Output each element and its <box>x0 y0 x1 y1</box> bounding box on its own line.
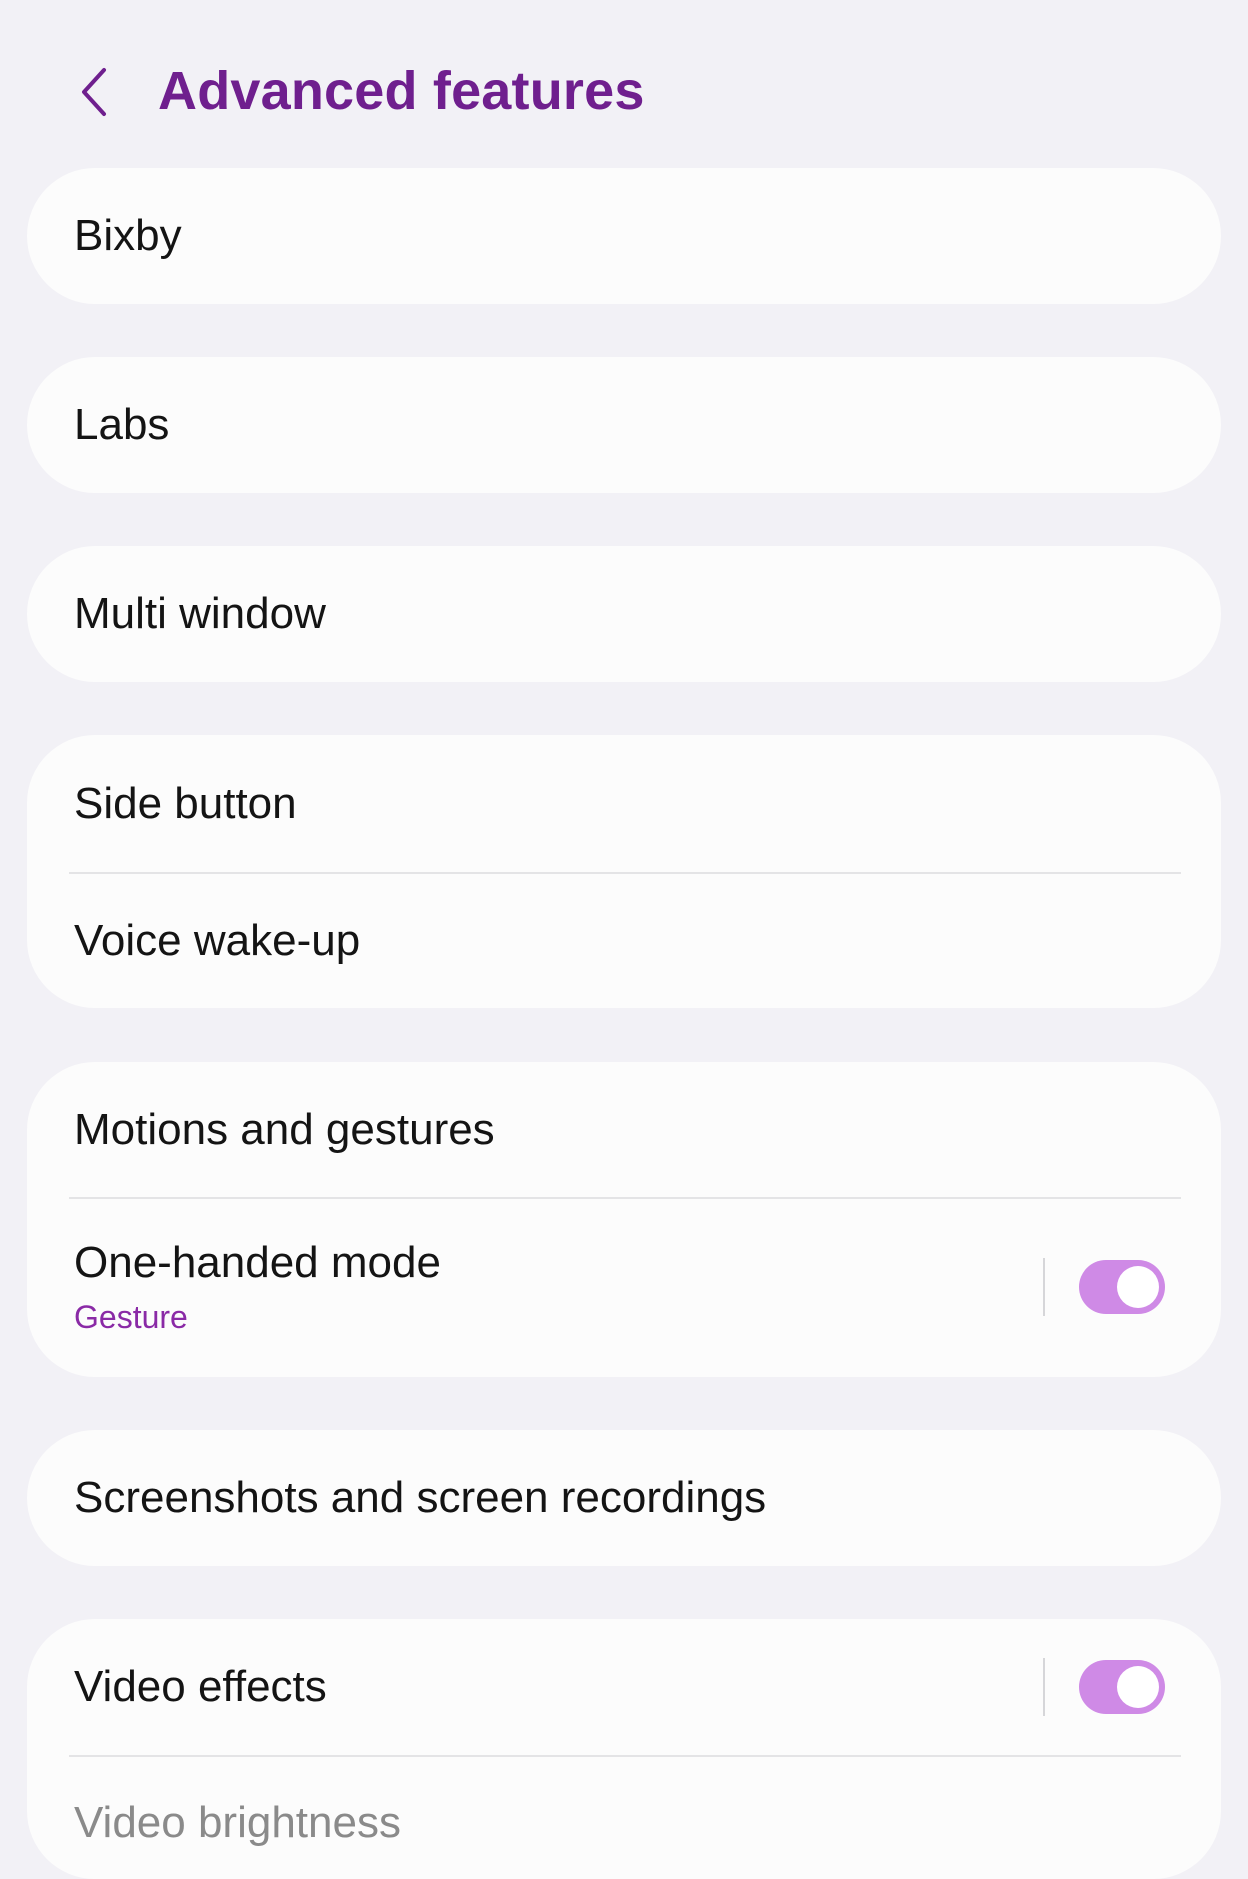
one-handed-mode-toggle[interactable] <box>1079 1260 1165 1314</box>
list-item-side-button[interactable]: Side button <box>27 735 1221 872</box>
list-item-bixby[interactable]: Bixby <box>27 168 1221 304</box>
back-button[interactable] <box>64 52 124 132</box>
header: Advanced features <box>0 0 1248 170</box>
video-effects-label: Video effects <box>74 1662 327 1711</box>
motions-gestures-label: Motions and gestures <box>74 1105 495 1154</box>
one-handed-mode-label: One-handed mode <box>74 1238 441 1287</box>
vertical-separator <box>1043 1658 1045 1716</box>
one-handed-mode-subtitle: Gesture <box>74 1299 188 1335</box>
voice-wakeup-label: Voice wake-up <box>74 916 361 965</box>
card-video: Video effects Video brightness <box>27 1619 1221 1879</box>
side-button-label: Side button <box>74 779 297 828</box>
card-motions-onehanded: Motions and gestures One-handed mode Ges… <box>27 1062 1221 1377</box>
list-item-screenshots[interactable]: Screenshots and screen recordings <box>27 1430 1221 1566</box>
list-item-labs[interactable]: Labs <box>27 357 1221 493</box>
vertical-separator <box>1043 1258 1045 1316</box>
video-effects-toggle[interactable] <box>1079 1660 1165 1714</box>
list-item-one-handed-mode[interactable]: One-handed mode Gesture <box>27 1199 1221 1377</box>
list-item-video-effects[interactable]: Video effects <box>27 1619 1221 1755</box>
toggle-knob <box>1117 1666 1159 1708</box>
video-brightness-label: Video brightness <box>74 1798 401 1847</box>
card-side-voice: Side button Voice wake-up <box>27 735 1221 1008</box>
card-screenshots: Screenshots and screen recordings <box>27 1430 1221 1566</box>
screenshots-label: Screenshots and screen recordings <box>74 1473 767 1522</box>
card-multi-window: Multi window <box>27 546 1221 682</box>
toggle-knob <box>1117 1266 1159 1308</box>
list-item-multi-window[interactable]: Multi window <box>27 546 1221 682</box>
labs-label: Labs <box>74 400 170 449</box>
list-item-video-brightness[interactable]: Video brightness <box>27 1757 1221 1879</box>
card-labs: Labs <box>27 357 1221 493</box>
page-title: Advanced features <box>158 61 645 121</box>
list-item-motions-gestures[interactable]: Motions and gestures <box>27 1062 1221 1197</box>
list-item-voice-wakeup[interactable]: Voice wake-up <box>27 874 1221 1008</box>
chevron-left-icon <box>82 68 106 116</box>
bixby-label: Bixby <box>74 211 182 260</box>
multi-window-label: Multi window <box>74 589 326 638</box>
card-bixby: Bixby <box>27 168 1221 304</box>
